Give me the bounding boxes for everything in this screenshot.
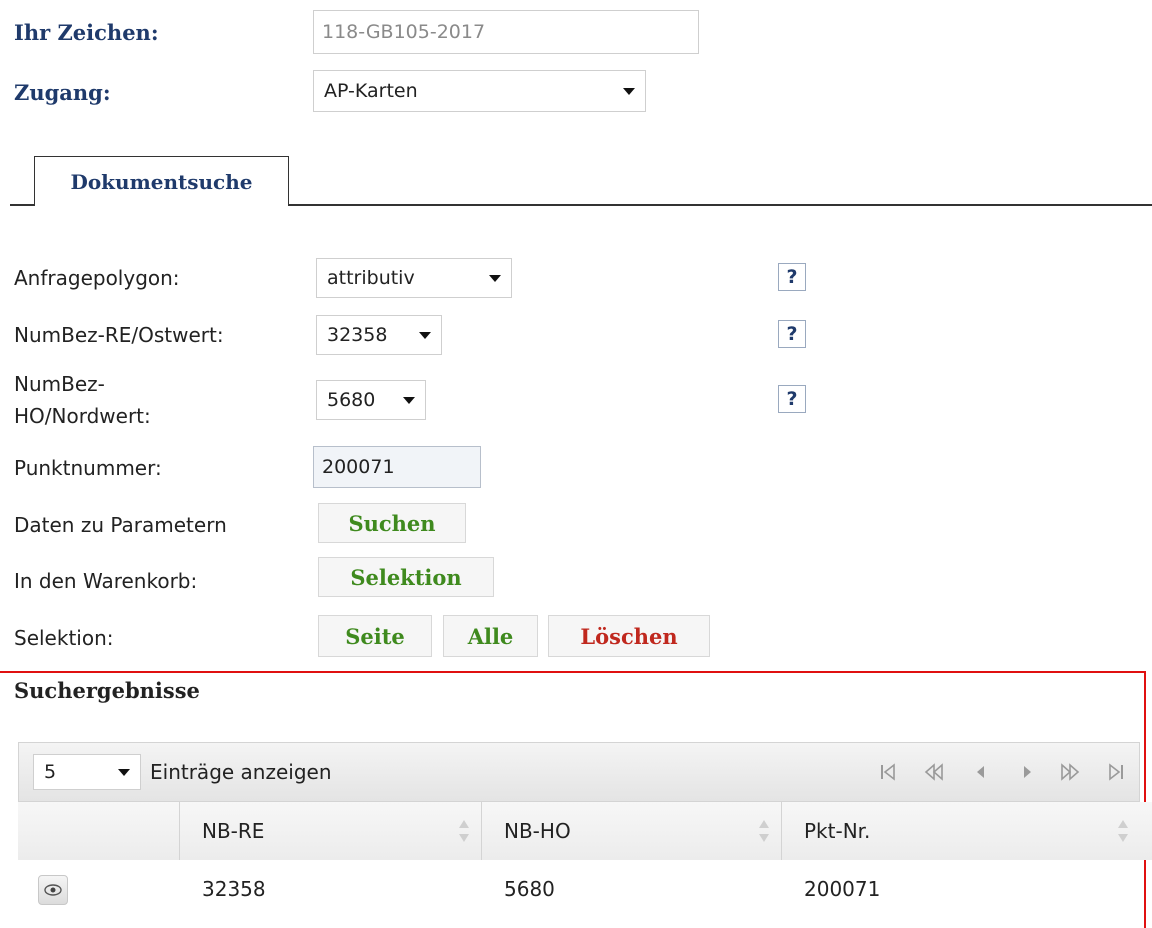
re-ostwert-select[interactable]: 32358 — [316, 315, 442, 355]
anfragepolygon-label: Anfragepolygon: — [14, 266, 180, 290]
help-ho-button[interactable]: ? — [778, 385, 806, 413]
eye-icon — [44, 884, 62, 896]
daten-label: Daten zu Parametern — [14, 513, 227, 537]
zugang-select[interactable]: AP-Karten — [313, 70, 646, 112]
selektion-warenkorb-button[interactable]: Selektion — [318, 557, 494, 597]
column-header-pkt-nr[interactable]: Pkt-Nr. — [782, 802, 1152, 860]
sort-icon — [759, 820, 769, 842]
next-page-icon[interactable] — [1016, 760, 1040, 784]
punktnummer-input[interactable]: 200071 — [313, 446, 481, 488]
cell-nb-ho: 5680 — [504, 877, 555, 901]
page-size-select[interactable]: 5 — [33, 754, 141, 790]
next-fast-icon[interactable] — [1058, 760, 1082, 784]
help-re-button[interactable]: ? — [778, 320, 806, 348]
ho-nordwert-label-1: NumBez- — [14, 372, 105, 396]
anfragepolygon-select[interactable]: attributiv — [316, 258, 512, 298]
ho-nordwert-label-2: HO/Nordwert: — [14, 404, 151, 428]
ho-nordwert-select[interactable]: 5680 — [316, 380, 426, 420]
zugang-value: AP-Karten — [324, 80, 418, 102]
column-header-nb-re[interactable]: NB-RE — [180, 802, 482, 860]
column-header-actions — [18, 802, 180, 860]
loeschen-button[interactable]: Löschen — [548, 615, 710, 657]
prev-fast-icon[interactable] — [922, 760, 946, 784]
punktnummer-label: Punktnummer: — [14, 456, 162, 480]
warenkorb-label: In den Warenkorb: — [14, 569, 198, 593]
help-anfragepolygon-button[interactable]: ? — [778, 263, 806, 291]
ihr-zeichen-label: Ihr Zeichen: — [14, 20, 159, 45]
column-header-nb-ho[interactable]: NB-HO — [482, 802, 782, 860]
ho-nordwert-value: 5680 — [327, 389, 376, 411]
selektion-label: Selektion: — [14, 626, 114, 650]
tab-label: Dokumentsuche — [70, 169, 253, 194]
caret-down-icon — [623, 87, 635, 95]
results-title: Suchergebnisse — [14, 678, 200, 703]
sort-icon — [459, 820, 469, 842]
suchen-button[interactable]: Suchen — [318, 503, 466, 543]
view-button[interactable] — [38, 875, 68, 905]
zugang-label: Zugang: — [14, 80, 111, 105]
cell-pkt-nr: 200071 — [804, 877, 881, 901]
table-row: 32358 5680 200071 — [18, 860, 1140, 918]
re-ostwert-label: NumBez-RE/Ostwert: — [14, 323, 224, 347]
ihr-zeichen-field[interactable]: 118-GB105-2017 — [313, 10, 699, 54]
first-page-icon[interactable] — [876, 760, 900, 784]
last-page-icon[interactable] — [1104, 760, 1128, 784]
cell-nb-re: 32358 — [202, 877, 266, 901]
re-ostwert-value: 32358 — [327, 324, 388, 346]
caret-down-icon — [489, 274, 501, 282]
prev-page-icon[interactable] — [968, 760, 992, 784]
sort-icon — [1118, 820, 1128, 842]
alle-button[interactable]: Alle — [443, 615, 538, 657]
caret-down-icon — [118, 768, 130, 776]
page-size-value: 5 — [44, 761, 57, 783]
caret-down-icon — [403, 396, 415, 404]
caret-down-icon — [419, 331, 431, 339]
tab-dokumentsuche[interactable]: Dokumentsuche — [34, 156, 289, 206]
seite-button[interactable]: Seite — [318, 615, 432, 657]
anfragepolygon-value: attributiv — [327, 267, 415, 289]
entries-label: Einträge anzeigen — [150, 760, 332, 784]
